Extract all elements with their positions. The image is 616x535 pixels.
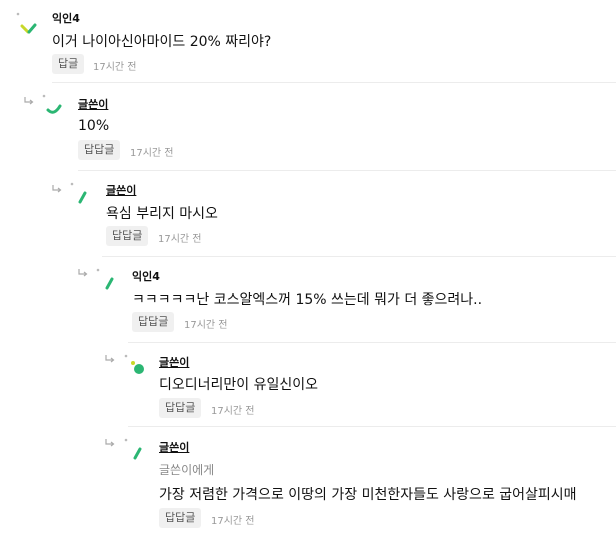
comment-timestamp: 17시간 전: [130, 148, 174, 159]
comment-author[interactable]: 글쓴이: [106, 182, 136, 198]
avatar[interactable]: [16, 12, 37, 34]
comment-timestamp: 17시간 전: [211, 406, 255, 417]
comment-author[interactable]: 글쓴이: [159, 354, 189, 370]
divider: [52, 82, 616, 83]
reply-button[interactable]: 답답글: [159, 508, 202, 528]
comment-author[interactable]: 글쓴이: [159, 439, 189, 455]
reply-recipient[interactable]: 글쓴이에게: [159, 461, 214, 478]
reply-button[interactable]: 답답글: [106, 226, 149, 246]
comment-item: 글쓴이 욕심 부리지 마시오 답답글 17시간 전: [44, 170, 616, 256]
comment-body: 10%: [78, 118, 110, 134]
avatar[interactable]: [70, 182, 88, 204]
comment-body: ㅋㅋㅋㅋㅋ난 코스알엑스꺼 15% 쓰는데 뭐가 더 좋으려나..: [132, 292, 483, 308]
comment-item: 글쓴이 10% 답답글 17시간 전: [16, 82, 616, 170]
divider: [102, 256, 616, 257]
comment-timestamp: 17시간 전: [184, 320, 228, 331]
comment-timestamp: 17시간 전: [158, 234, 202, 245]
reply-arrow-icon: [52, 184, 62, 194]
comment-body: 가장 저렴한 가격으로 이땅의 가장 미천한자들도 사랑으로 굽어살피시매: [159, 487, 577, 503]
avatar[interactable]: [42, 94, 62, 114]
comment-timestamp: 17시간 전: [211, 516, 255, 527]
avatar[interactable]: [96, 268, 114, 290]
comment-body: 이거 나이아신아마이드 20% 짜리야?: [52, 34, 272, 50]
comment-body: 욕심 부리지 마시오: [106, 206, 218, 222]
reply-arrow-icon: [24, 96, 34, 106]
comment-body: 디오디너리만이 유일신이오: [159, 377, 319, 393]
reply-arrow-icon: [105, 354, 115, 364]
comment-item: 글쓴이 디오디너리만이 유일신이오 답답글 17시간 전: [100, 342, 616, 426]
reply-button[interactable]: 답글: [52, 54, 85, 74]
comment-item: 글쓴이 글쓴이에게 가장 저렴한 가격으로 이땅의 가장 미천한자들도 사랑으로…: [100, 426, 616, 535]
divider: [78, 170, 616, 171]
comment-author[interactable]: 익인4: [132, 268, 160, 284]
comment-item: 익인4 ㅋㅋㅋㅋㅋ난 코스알엑스꺼 15% 쓰는데 뭐가 더 좋으려나.. 답답…: [72, 256, 616, 342]
comment-item: 익인4 이거 나이아신아마이드 20% 짜리야? 답글 17시간 전: [0, 0, 616, 82]
avatar[interactable]: [124, 438, 142, 460]
reply-button[interactable]: 답답글: [78, 140, 121, 160]
divider: [128, 342, 616, 343]
reply-arrow-icon: [105, 438, 115, 448]
divider: [128, 426, 616, 427]
reply-button[interactable]: 답답글: [159, 398, 202, 418]
reply-arrow-icon: [78, 268, 88, 278]
comment-author[interactable]: 글쓴이: [78, 96, 108, 112]
comment-timestamp: 17시간 전: [93, 62, 137, 73]
comment-author[interactable]: 익인4: [52, 10, 80, 26]
reply-button[interactable]: 답답글: [132, 312, 175, 332]
avatar[interactable]: [124, 354, 144, 374]
